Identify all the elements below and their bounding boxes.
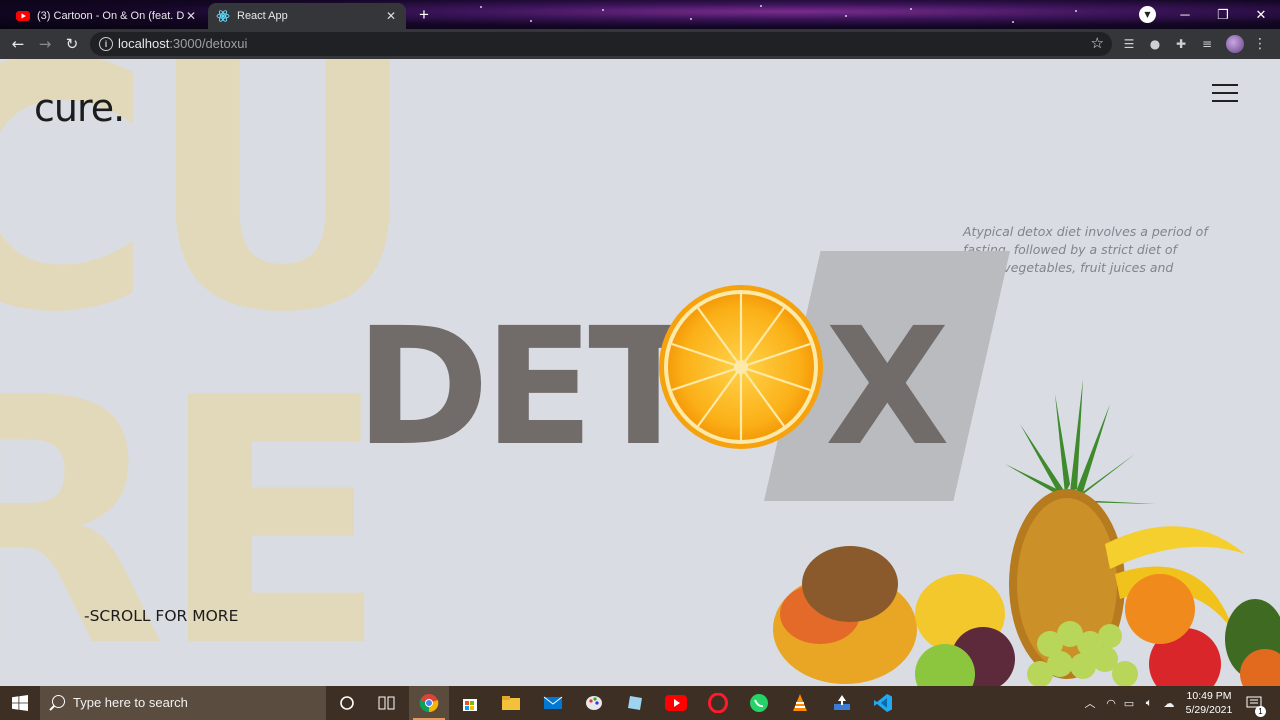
close-icon[interactable]: ✕ [184, 9, 198, 23]
browser-toolbar: ← → ↻ i localhost:3000/detoxui ☆ ☰ ● ✚ ≡… [0, 29, 1280, 59]
back-button[interactable]: ← [8, 35, 28, 53]
extensions-puzzle-icon[interactable]: ✚ [1173, 36, 1189, 52]
notes-icon[interactable] [615, 686, 655, 720]
battery-icon[interactable]: ▭ [1120, 686, 1138, 720]
url-path: :3000/detoxui [169, 36, 248, 51]
url-host: localhost [118, 36, 170, 51]
profile-avatar[interactable] [1226, 35, 1244, 53]
site-logo[interactable]: cure. [34, 86, 125, 130]
media-control-icon[interactable]: ≡ [1199, 36, 1215, 52]
reload-button[interactable]: ↻ [62, 35, 82, 53]
notification-badge: 1 [1255, 706, 1266, 717]
extension-icon[interactable]: ● [1147, 36, 1163, 52]
browser-tab-strip: (3) Cartoon - On & On (feat. Dan ✕ React… [0, 0, 1280, 29]
system-clock[interactable]: 10:49 PM 5/29/2021 [1178, 689, 1240, 717]
background-word: RE [0, 326, 389, 686]
chrome-icon[interactable] [409, 686, 449, 720]
tab-youtube[interactable]: (3) Cartoon - On & On (feat. Dan ✕ [8, 3, 206, 29]
minimize-button[interactable]: ─ [1166, 0, 1204, 29]
star-decoration [760, 5, 762, 7]
menu-kebab-icon[interactable]: ⋮ [1252, 36, 1268, 52]
start-button[interactable] [0, 686, 40, 720]
close-window-button[interactable]: ✕ [1242, 0, 1280, 29]
tab-title: React App [237, 10, 288, 22]
network-icon[interactable]: ◠ [1102, 686, 1120, 720]
address-bar[interactable]: i localhost:3000/detoxui ☆ [90, 32, 1112, 56]
star-decoration [1012, 21, 1014, 23]
onedrive-cloud-icon[interactable]: ☁︎ [1160, 686, 1178, 720]
star-decoration [845, 15, 847, 17]
url-text: localhost:3000/detoxui [118, 36, 247, 51]
scroll-hint[interactable]: -SCROLL FOR MORE [84, 607, 238, 625]
react-icon [216, 9, 230, 23]
hero-headline: DET X [355, 307, 950, 469]
star-decoration [602, 9, 604, 11]
clock-date: 5/29/2021 [1185, 704, 1233, 716]
search-icon [52, 695, 65, 708]
star-decoration [910, 8, 912, 10]
volume-icon[interactable]: 🔈︎ [1140, 686, 1158, 720]
forward-button[interactable]: → [35, 35, 55, 53]
star-decoration [1075, 10, 1077, 12]
paint-icon[interactable] [574, 686, 614, 720]
restore-button[interactable]: ❐ [1204, 0, 1242, 29]
tab-title: (3) Cartoon - On & On (feat. Dan [37, 10, 184, 22]
installer-icon[interactable] [822, 686, 862, 720]
star-decoration [530, 20, 532, 22]
notification-center-icon[interactable]: 1 [1244, 686, 1266, 720]
task-view-icon[interactable] [367, 686, 407, 720]
opera-icon[interactable] [698, 686, 738, 720]
headline-text-left: DET [355, 294, 699, 482]
show-hidden-icons-button[interactable]: ︿ [1082, 686, 1098, 720]
vlc-icon[interactable] [780, 686, 820, 720]
star-decoration [480, 6, 482, 8]
windows-logo-icon [12, 695, 28, 711]
bookmark-star-icon[interactable]: ☆ [1091, 34, 1104, 52]
info-icon[interactable]: i [99, 37, 113, 51]
cortana-icon[interactable] [327, 686, 367, 720]
extension-icon[interactable]: ☰ [1121, 36, 1137, 52]
page-viewport: CU RE cure. Atypical detox diet involves… [0, 59, 1280, 686]
fruit-pile-image [773, 379, 1280, 686]
vscode-icon[interactable] [863, 686, 903, 720]
clock-time: 10:49 PM [1186, 690, 1232, 702]
store-icon[interactable] [450, 686, 490, 720]
youtube-icon[interactable] [656, 686, 696, 720]
search-placeholder: Type here to search [73, 695, 188, 710]
windows-taskbar: Type here to search ︿ ◠ ▭ 🔈︎ ☁︎ 10:49 PM… [0, 686, 1280, 720]
whatsapp-icon[interactable] [739, 686, 779, 720]
hamburger-menu-icon[interactable] [1212, 84, 1240, 104]
close-icon[interactable]: ✕ [384, 9, 398, 23]
new-tab-button[interactable]: + [414, 5, 434, 25]
taskbar-search-box[interactable]: Type here to search [40, 686, 326, 720]
youtube-icon [16, 9, 30, 23]
mail-icon[interactable] [533, 686, 573, 720]
tab-react-app[interactable]: React App ✕ [208, 3, 406, 29]
star-decoration [690, 18, 692, 20]
tab-search-icon[interactable]: ▼ [1139, 6, 1156, 23]
file-explorer-icon[interactable] [491, 686, 531, 720]
